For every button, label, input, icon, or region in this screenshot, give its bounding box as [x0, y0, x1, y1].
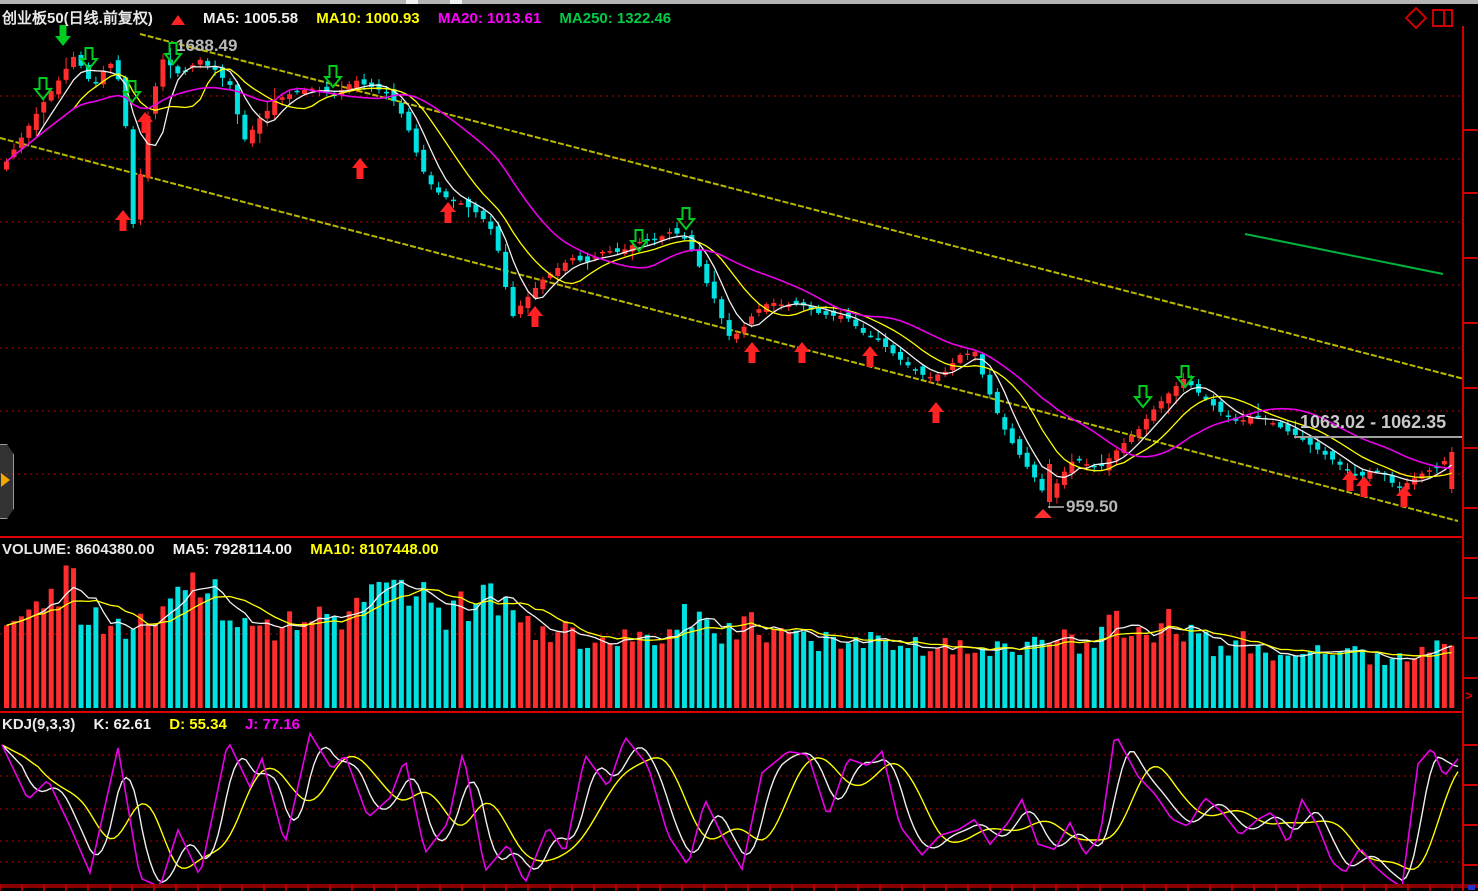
volume-ma10-label[interactable]: MA10: 8107448.00 — [310, 541, 438, 558]
kdj-k-label[interactable]: K: 62.61 — [94, 716, 152, 733]
volume-ma5-label[interactable]: MA5: 7928114.00 — [173, 541, 292, 558]
expand-right-icon — [1, 473, 10, 487]
period-high-label: 1688.49 — [176, 36, 237, 56]
period-low-label: 959.50 — [1066, 497, 1118, 517]
volume-pane-header: VOLUME: 8604380.00 MA5: 7928114.00 MA10:… — [2, 541, 453, 558]
corner-resize-marker — [1468, 885, 1475, 890]
pane-scroll-right-icon[interactable]: > — [1465, 688, 1473, 703]
ma10-label[interactable]: MA10: 1000.93 — [316, 10, 419, 27]
current-price-range-label: 1063.02 - 1062.35 — [1300, 412, 1446, 433]
kdj-pane-header: KDJ(9,3,3) K: 62.61 D: 55.34 J: 77.16 — [2, 716, 314, 733]
kdj-d-label[interactable]: D: 55.34 — [169, 716, 227, 733]
ma20-label[interactable]: MA20: 1013.61 — [438, 10, 541, 27]
trading-app-window: 创业板50(日线.前复权) MA5: 1005.58 MA10: 1000.93… — [0, 0, 1478, 891]
kdj-title-label[interactable]: KDJ(9,3,3) — [2, 716, 75, 733]
volume-value-label[interactable]: VOLUME: 8604380.00 — [2, 541, 155, 558]
kdj-j-label[interactable]: J: 77.16 — [245, 716, 300, 733]
ma5-label[interactable]: MA5: 1005.58 — [203, 10, 298, 27]
ma250-label[interactable]: MA250: 1322.46 — [559, 10, 671, 27]
symbol-title: 创业板50(日线.前复权) — [2, 10, 153, 27]
signal-up-arrow-icon — [171, 15, 185, 25]
window-box-icon[interactable] — [1432, 9, 1453, 27]
price-pane-header: 创业板50(日线.前复权) MA5: 1005.58 MA10: 1000.93… — [2, 7, 685, 28]
chart-canvas[interactable] — [0, 0, 1478, 891]
left-panel-expand-tab[interactable] — [0, 444, 14, 519]
